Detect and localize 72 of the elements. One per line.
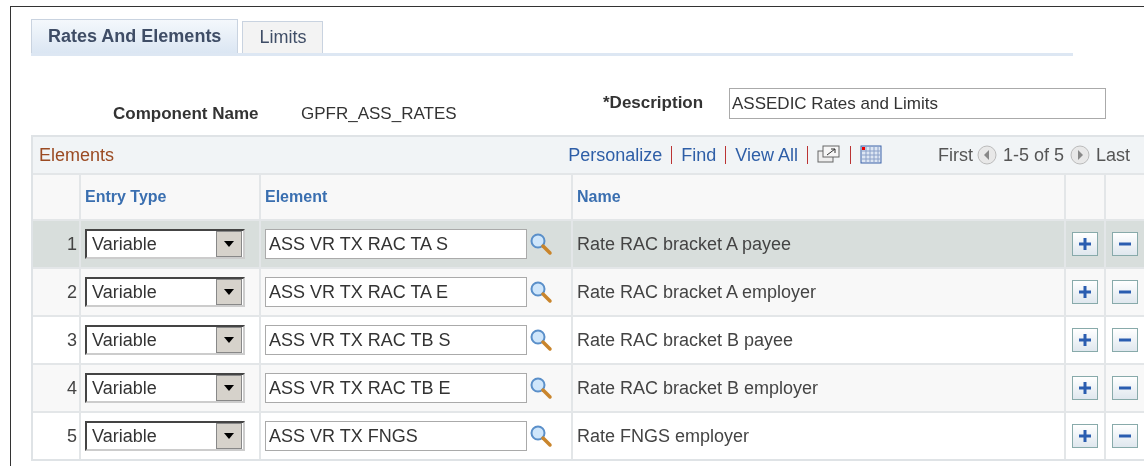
column-header: Entry Type — [80, 174, 260, 220]
row-number: 5 — [33, 412, 80, 459]
first-label: First — [937, 144, 973, 166]
caret-icon — [224, 241, 234, 247]
row-number: 2 — [33, 268, 80, 316]
row-number: 4 — [33, 364, 80, 412]
previous-icon[interactable] — [976, 145, 997, 165]
next-icon[interactable] — [1069, 145, 1090, 165]
caret-icon — [224, 385, 234, 391]
grid-link[interactable]: Find — [681, 144, 717, 166]
minus-icon — [1118, 386, 1132, 390]
grid-row[interactable]: 2 Variable ASS VR TX RAC TA E Rate RAC bracket A employer — [33, 268, 1144, 316]
name-cell: Rate RAC bracket B employer — [572, 364, 1065, 412]
search-icon[interactable] — [529, 280, 553, 304]
column-header: Name — [572, 174, 1065, 220]
search-icon[interactable] — [529, 328, 553, 352]
element-field[interactable]: ASS VR TX RAC TB E — [265, 373, 527, 403]
caret-icon — [224, 289, 234, 295]
entry-type-dropdown[interactable]: Variable — [85, 277, 245, 307]
plus-icon — [1078, 381, 1092, 395]
element-field[interactable]: ASS VR TX FNGS — [265, 421, 527, 451]
entry-type-dropdown[interactable]: Variable — [85, 421, 245, 451]
delete-row-button[interactable] — [1112, 232, 1138, 256]
element-field[interactable]: ASS VR TX RAC TA S — [265, 229, 527, 259]
grid-link[interactable]: View All — [735, 144, 798, 166]
entry-type-dropdown[interactable]: Variable — [85, 229, 245, 259]
element-field[interactable]: ASS VR TX RAC TA E — [265, 277, 527, 307]
grid-row[interactable]: 4 Variable ASS VR TX RAC TB E Rate RAC bracket B employer — [33, 364, 1144, 412]
spreadsheet-icon[interactable] — [859, 145, 882, 165]
component-name-label: Component Name — [113, 104, 259, 124]
minus-icon — [1118, 434, 1132, 438]
name-cell: Rate FNGS employer — [572, 412, 1065, 459]
tab[interactable]: Rates And Elements — [31, 19, 239, 53]
plus-icon — [1078, 237, 1092, 251]
description-label: *Description — [603, 93, 704, 113]
search-icon[interactable] — [529, 232, 553, 256]
last-label: Last — [1095, 144, 1130, 166]
tab[interactable]: Limits — [242, 21, 324, 53]
column-header: Element — [260, 174, 572, 220]
plus-icon — [1078, 285, 1092, 299]
grid-row[interactable]: 5 Variable ASS VR TX FNGS Rate FNGS employer — [33, 412, 1144, 459]
grid-link[interactable]: Personalize — [568, 144, 663, 166]
delete-row-button[interactable] — [1112, 376, 1138, 400]
add-row-button[interactable] — [1072, 376, 1098, 400]
grid-row[interactable]: 1 Variable ASS VR TX RAC TA S Rate RAC bracket A payee — [33, 220, 1144, 268]
component-name-value: GPFR_ASS_RATES — [301, 104, 457, 124]
delete-row-button[interactable] — [1112, 328, 1138, 352]
row-number: 1 — [33, 220, 80, 268]
add-row-button[interactable] — [1072, 232, 1098, 256]
grid-title: Elements — [39, 144, 115, 166]
delete-row-button[interactable] — [1112, 280, 1138, 304]
add-row-button[interactable] — [1072, 280, 1098, 304]
page-range: 1-5 of 5 — [1002, 144, 1064, 166]
entry-type-dropdown[interactable]: Variable — [85, 325, 245, 355]
plus-icon — [1078, 429, 1092, 443]
minus-icon — [1118, 242, 1132, 246]
minus-icon — [1118, 338, 1132, 342]
description-field[interactable]: ASSEDIC Rates and Limits — [729, 88, 1106, 119]
search-icon[interactable] — [529, 424, 553, 448]
new-window-icon[interactable] — [816, 145, 841, 165]
name-cell: Rate RAC bracket A payee — [572, 220, 1065, 268]
minus-icon — [1118, 290, 1132, 294]
entry-type-dropdown[interactable]: Variable — [85, 373, 245, 403]
plus-icon — [1078, 333, 1092, 347]
element-field[interactable]: ASS VR TX RAC TB S — [265, 325, 527, 355]
delete-row-button[interactable] — [1112, 424, 1138, 448]
name-cell: Rate RAC bracket A employer — [572, 268, 1065, 316]
caret-icon — [224, 337, 234, 343]
search-icon[interactable] — [529, 376, 553, 400]
add-row-button[interactable] — [1072, 328, 1098, 352]
caret-icon — [224, 433, 234, 439]
add-row-button[interactable] — [1072, 424, 1098, 448]
